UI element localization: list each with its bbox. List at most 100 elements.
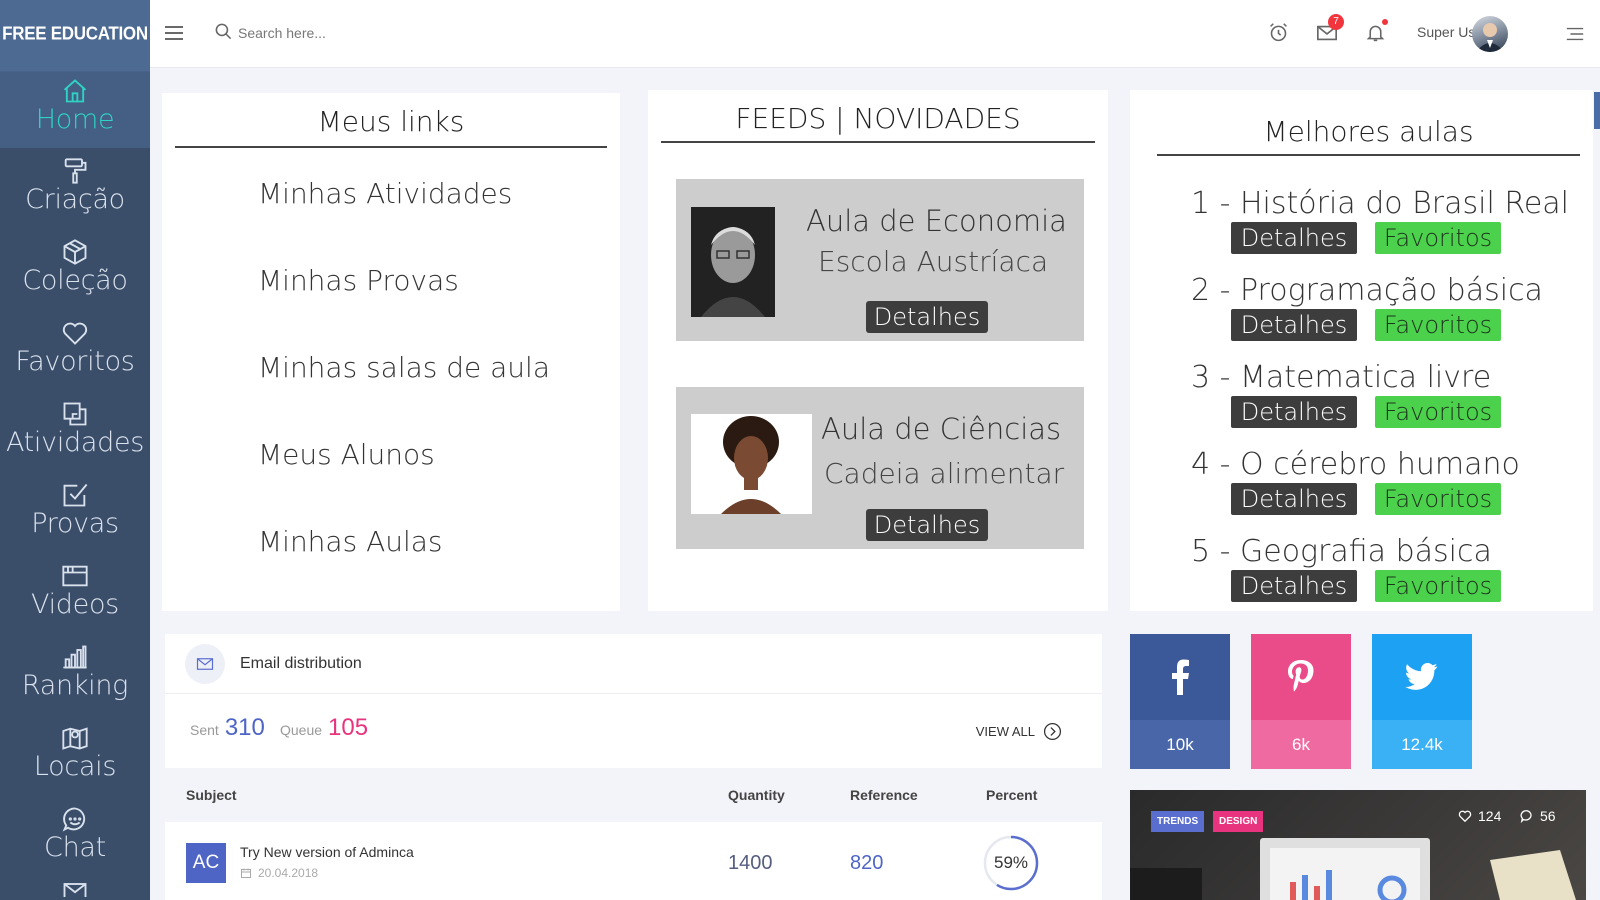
sidebar-item-label: Locais <box>33 751 117 782</box>
blog-post-card[interactable]: TRENDS DESIGN 124 56 <box>1130 790 1586 900</box>
class-title: 4 - O cérebro humano <box>1191 447 1520 482</box>
sidebar-item-criacao[interactable]: Criação <box>0 148 150 229</box>
view-all-link[interactable]: VIEW ALL <box>976 722 1062 741</box>
table-row[interactable]: AC Try New version of Adminca 20.04.2018… <box>165 822 1102 900</box>
sidebar-item-atividades[interactable]: Atividades <box>0 391 150 472</box>
row-date: 20.04.2018 <box>240 866 318 880</box>
heart-icon <box>60 318 90 348</box>
favorite-button[interactable]: Favoritos <box>1375 309 1501 341</box>
details-button[interactable]: Detalhes <box>1231 396 1357 428</box>
sidebar-item-more[interactable] <box>0 877 150 897</box>
sidebar-item-videos[interactable]: Videos <box>0 553 150 634</box>
twitter-tile[interactable]: 12.4k <box>1372 634 1472 769</box>
queue-stat: Queue 105 <box>280 714 368 742</box>
class-title: 2 - Programação básica <box>1191 273 1543 308</box>
sent-value: 310 <box>224 714 265 741</box>
favorite-button[interactable]: Favoritos <box>1375 570 1501 602</box>
mail-icon[interactable]: 7 <box>1316 14 1344 48</box>
link-minhas-aulas[interactable]: Minhas Aulas <box>258 498 620 585</box>
search-box[interactable]: Search here... <box>214 22 326 44</box>
column-header: Percent <box>986 787 1038 803</box>
class-title: 1 - História do Brasil Real <box>1191 186 1570 221</box>
class-title: 5 - Geografia básica <box>1191 534 1492 569</box>
row-subject[interactable]: Try New version of Adminca <box>240 844 414 860</box>
comments-count[interactable]: 56 <box>1520 808 1556 824</box>
favorite-button[interactable]: Favoritos <box>1375 483 1501 515</box>
details-button[interactable]: Detalhes <box>1231 309 1357 341</box>
sidebar-item-label: Favoritos <box>15 346 135 377</box>
sidebar-item-chat[interactable]: Chat <box>0 796 150 877</box>
sidebar-item-label: Home <box>35 104 115 135</box>
email-distribution-card: Email distribution Sent 310 Queue 105 VI… <box>165 634 1102 900</box>
facebook-tile[interactable]: 10k <box>1130 634 1230 769</box>
card-title: Melhores aulas <box>1157 90 1580 156</box>
map-icon <box>60 723 90 753</box>
details-button[interactable]: Detalhes <box>1231 483 1357 515</box>
chat-icon <box>60 804 90 834</box>
sidebar-item-provas[interactable]: Provas <box>0 472 150 553</box>
envelope-icon <box>185 643 225 684</box>
details-button[interactable]: Detalhes <box>866 509 988 541</box>
search-icon <box>214 22 233 44</box>
sidebar-item-label: Chat <box>44 832 106 863</box>
checkbox-icon <box>60 480 90 510</box>
home-icon <box>60 76 90 106</box>
card-title: FEEDS | NOVIDADES <box>661 90 1095 143</box>
sent-label: Sent <box>190 722 219 738</box>
percent-gauge: 59% <box>983 835 1039 891</box>
sidebar-item-colecao[interactable]: Coleção <box>0 229 150 310</box>
sidebar-item-locais[interactable]: Locais <box>0 715 150 796</box>
alarm-clock-icon[interactable] <box>1268 22 1289 47</box>
tag-trends[interactable]: TRENDS <box>1151 811 1205 832</box>
paint-roller-icon <box>60 156 90 186</box>
row-quantity: 1400 <box>728 852 773 874</box>
pinterest-tile[interactable]: 6k <box>1251 634 1351 769</box>
facebook-icon <box>1130 634 1230 720</box>
details-button[interactable]: Detalhes <box>866 301 988 333</box>
hamburger-menu-icon[interactable] <box>163 22 185 48</box>
link-minhas-atividades[interactable]: Minhas Atividades <box>258 150 620 237</box>
tag-design[interactable]: DESIGN <box>1213 811 1264 832</box>
mail-badge: 7 <box>1328 14 1344 30</box>
sidebar-item-label: Videos <box>31 589 119 620</box>
comment-icon <box>1520 809 1534 823</box>
bell-icon[interactable] <box>1365 19 1388 47</box>
feed-subtitle: Cadeia alimentar <box>824 457 1065 490</box>
queue-label: Queue <box>280 722 323 738</box>
card-header: Email distribution <box>165 634 1102 694</box>
link-meus-alunos[interactable]: Meus Alunos <box>258 411 620 498</box>
likes-count[interactable]: 124 <box>1458 808 1501 824</box>
favorite-button[interactable]: Favoritos <box>1375 396 1501 428</box>
best-classes-card: Melhores aulas 1 - História do Brasil Re… <box>1130 90 1593 611</box>
feed-title: Aula de Ciências <box>821 412 1062 446</box>
sidebar-item-ranking[interactable]: Ranking <box>0 634 150 715</box>
card-title: Email distribution <box>240 654 362 672</box>
options-menu-icon[interactable] <box>1565 24 1585 48</box>
avatar[interactable] <box>1472 16 1508 52</box>
sidebar-item-home[interactable]: Home <box>0 68 150 148</box>
mail-icon <box>60 877 90 897</box>
link-minhas-provas[interactable]: Minhas Provas <box>258 237 620 324</box>
feeds-card: FEEDS | NOVIDADES Aula de Economia Escol… <box>648 90 1108 611</box>
arrow-circle-icon <box>1043 722 1062 741</box>
details-button[interactable]: Detalhes <box>1231 222 1357 254</box>
favorite-button[interactable]: Favoritos <box>1375 222 1501 254</box>
search-input[interactable]: Search here... <box>238 25 326 41</box>
box-icon <box>60 237 90 267</box>
details-button[interactable]: Detalhes <box>1231 570 1357 602</box>
feed-title: Aula de Economia <box>806 204 1067 238</box>
scrollbar-thumb[interactable] <box>1594 92 1600 129</box>
table-header: Subject Quantity Reference Percent <box>165 768 1102 822</box>
browser-icon <box>60 561 90 591</box>
brand-logo[interactable]: FREE EDUCATION <box>0 0 150 72</box>
sidebar-item-favoritos[interactable]: Favoritos <box>0 310 150 391</box>
card-title: Meus links <box>175 93 607 148</box>
facebook-count: 10k <box>1130 720 1230 769</box>
my-links-card: Meus links Minhas Atividades Minhas Prov… <box>162 93 620 611</box>
topbar: Search here... 7 Super User <box>150 0 1600 68</box>
column-header: Subject <box>186 787 237 803</box>
sidebar: FREE EDUCATION Home Criação Coleção Favo… <box>0 0 150 900</box>
twitter-count: 12.4k <box>1372 720 1472 769</box>
link-minhas-salas[interactable]: Minhas salas de aula <box>258 324 620 411</box>
view-all-label: VIEW ALL <box>975 724 1035 739</box>
